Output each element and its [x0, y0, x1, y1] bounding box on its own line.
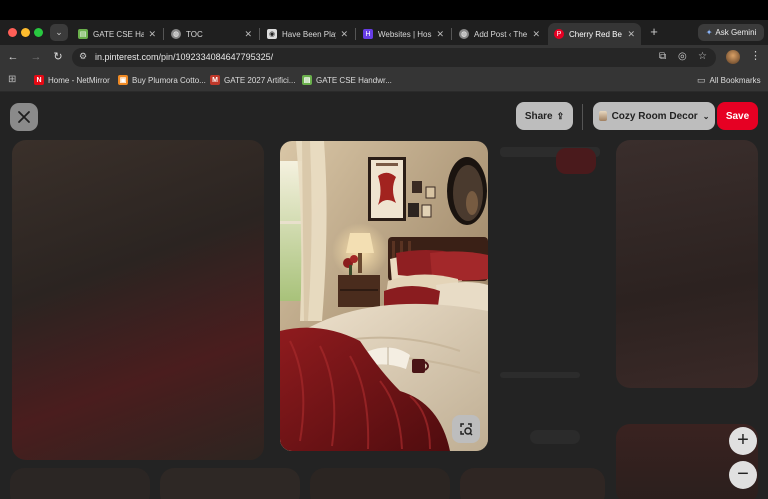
ask-gemini-button[interactable]: ✦ Ask Gemini [698, 24, 764, 41]
tab-divider [355, 28, 356, 40]
address-bar[interactable]: ⚙ in.pinterest.com/pin/10923340846477953… [72, 48, 716, 67]
tab-toc[interactable]: ◍ TOC ✕ [165, 23, 258, 45]
netmirror-icon: N [34, 75, 44, 85]
folder-icon: ▭ [697, 75, 706, 85]
bedroom-photo [280, 141, 488, 451]
board-label: Cozy Room Decor [611, 110, 698, 122]
gemini-sparkle-icon: ✦ [705, 28, 713, 37]
visual-search-icon [460, 423, 473, 436]
close-tab-icon[interactable]: ✕ [532, 29, 540, 40]
gate-icon: ▤ [302, 75, 312, 85]
tab-divider [163, 28, 164, 40]
background-related-pin [616, 140, 758, 388]
tab-websites-hostinger[interactable]: H Websites | Hos ✕ [357, 23, 450, 45]
background-text-block [500, 372, 580, 378]
tab-cherry-red-bedroom[interactable]: P Cherry Red Be ✕ [548, 23, 641, 45]
apps-grid-icon[interactable]: ⊞ [8, 74, 16, 85]
all-bookmarks-button[interactable]: ▭ All Bookmarks [697, 75, 761, 86]
background-related-pin [10, 468, 150, 499]
browser-toolbar: ← → ↻ ⚙ in.pinterest.com/pin/10923340846… [0, 45, 768, 70]
close-window-icon[interactable] [8, 28, 17, 37]
close-tab-icon[interactable]: ✕ [148, 29, 156, 40]
bookmark-label: GATE 2027 Artifici... [224, 75, 296, 85]
close-button[interactable] [10, 103, 38, 131]
tab-have-been-play[interactable]: ◉ Have Been Play ✕ [261, 23, 354, 45]
background-related-pin [160, 468, 300, 499]
app-icon: ◉ [267, 29, 277, 39]
close-icon [18, 111, 30, 123]
ask-gemini-label: Ask Gemini [715, 28, 757, 37]
star-bookmark-icon[interactable]: ☆ [698, 51, 707, 62]
more-menu-icon[interactable]: ⋮ [750, 49, 761, 62]
toolbar-divider [582, 104, 583, 130]
bookmark-plumora[interactable]: ▣ Buy Plumora Cotto... [118, 75, 206, 85]
reload-icon[interactable]: ↻ [51, 50, 65, 64]
plus-icon: + [650, 24, 658, 39]
pin-image[interactable] [280, 141, 488, 451]
zoom-out-button[interactable]: − [729, 461, 757, 489]
close-tab-icon[interactable]: ✕ [627, 29, 635, 40]
wordpress-icon: ◍ [459, 29, 469, 39]
share-label: Share [524, 110, 553, 122]
m-icon: M [210, 75, 220, 85]
tab-gate-cse[interactable]: ▤ GATE CSE Hand ✕ [72, 23, 162, 45]
bookmark-gate-cse[interactable]: ▤ GATE CSE Handwr... [302, 75, 392, 85]
bookmark-gate-2027[interactable]: M GATE 2027 Artifici... [210, 75, 295, 85]
bookmark-label: GATE CSE Handwr... [316, 75, 392, 85]
maximize-window-icon[interactable] [34, 28, 43, 37]
save-button[interactable]: Save [717, 102, 758, 130]
plus-icon: + [737, 429, 749, 451]
all-bookmarks-label: All Bookmarks [709, 76, 761, 85]
forward-arrow-icon[interactable]: → [29, 50, 43, 64]
close-tab-icon[interactable]: ✕ [436, 29, 444, 40]
close-tab-icon[interactable]: ✕ [340, 29, 348, 40]
globe-icon: ◍ [171, 29, 181, 39]
chevron-down-icon: ⌄ [702, 111, 710, 121]
pinterest-icon: P [554, 29, 564, 39]
back-arrow-icon[interactable]: ← [6, 50, 20, 64]
gate-icon: ▤ [78, 29, 88, 39]
tab-title: Cherry Red Be [569, 29, 622, 39]
minimize-window-icon[interactable] [21, 28, 30, 37]
new-tab-button[interactable]: + [646, 24, 662, 40]
tab-add-post[interactable]: ◍ Add Post ‹ The ✕ [453, 23, 546, 45]
tab-title: GATE CSE Hand [93, 29, 145, 39]
board-thumbnail [598, 111, 607, 121]
background-reactions [530, 430, 580, 444]
pinterest-page: Share ⇪ Cozy Room Decor ⌄ Save + − [0, 92, 768, 499]
visual-search-button[interactable] [452, 415, 480, 443]
background-pin-image [12, 140, 264, 460]
share-icon: ⇪ [556, 110, 565, 121]
background-related-pin [460, 468, 605, 499]
tab-title: TOC [186, 29, 203, 39]
bookmark-label: Buy Plumora Cotto... [132, 75, 206, 85]
zoom-in-button[interactable]: + [729, 427, 757, 455]
background-related-pin [310, 468, 450, 499]
save-label: Save [725, 110, 750, 122]
minus-icon: − [737, 463, 749, 485]
close-tab-icon[interactable]: ✕ [244, 29, 252, 40]
background-save-button [556, 148, 596, 174]
site-info-icon[interactable]: ⚙ [79, 51, 87, 62]
bookmark-label: Home - NetMirror [48, 75, 110, 85]
bookmark-netmirror[interactable]: N Home - NetMirror [34, 75, 110, 85]
tab-title: Add Post ‹ The [474, 29, 528, 39]
share-button[interactable]: Share ⇪ [516, 102, 573, 130]
chevron-down-icon: ⌄ [55, 27, 63, 37]
tab-divider [259, 28, 260, 40]
eye-off-icon[interactable]: ◎ [678, 51, 687, 62]
tab-title: Websites | Hos [378, 29, 432, 39]
screen-top-bar [0, 0, 768, 20]
profile-avatar[interactable] [726, 50, 740, 64]
hostinger-icon: H [363, 29, 373, 39]
url-text[interactable]: in.pinterest.com/pin/1092334084647795325… [95, 52, 273, 62]
tab-title: Have Been Play [282, 29, 337, 39]
board-select-dropdown[interactable]: Cozy Room Decor ⌄ [593, 102, 715, 130]
bookmarks-bar: ⊞ N Home - NetMirror ▣ Buy Plumora Cotto… [0, 70, 768, 92]
tab-search-button[interactable]: ⌄ [50, 24, 68, 41]
shop-icon: ▣ [118, 75, 128, 85]
cast-icon[interactable]: ⧉ [659, 51, 666, 62]
tab-divider [451, 28, 452, 40]
tab-strip: ⌄ ▤ GATE CSE Hand ✕ ◍ TOC ✕ ◉ Have Been … [0, 20, 768, 45]
